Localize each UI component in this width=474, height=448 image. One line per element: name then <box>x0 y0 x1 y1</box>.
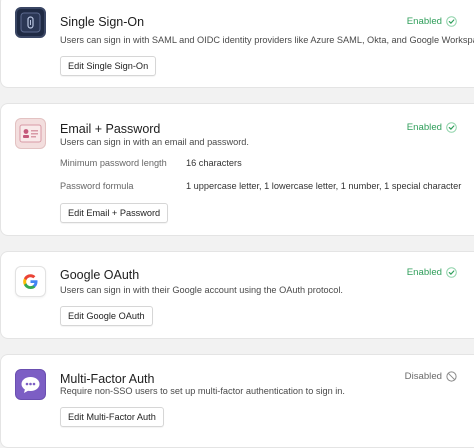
provider-description: Require non-SSO users to set up multi-fa… <box>60 386 345 396</box>
check-circle-icon <box>446 267 457 278</box>
provider-description: Users can sign in with SAML and OIDC ide… <box>60 35 474 45</box>
status-badge: Enabled <box>407 122 457 133</box>
google-logo-icon <box>15 266 46 297</box>
provider-card-email-password: Email + Password Enabled Users can sign … <box>0 103 474 236</box>
disabled-circle-icon <box>446 371 457 382</box>
status-label: Disabled <box>404 371 442 382</box>
status-label: Enabled <box>406 267 442 278</box>
provider-description: Users can sign in with an email and pass… <box>60 137 249 147</box>
provider-card-single-sign-on: Single Sign-On Enabled Users can sign in… <box>0 0 474 88</box>
edit-email-password-button[interactable]: Edit Email + Password <box>60 203 169 223</box>
edit-single-sign-on-button[interactable]: Edit Single Sign-On <box>60 56 157 76</box>
provider-title: Google OAuth <box>60 268 140 282</box>
chip-icon <box>15 7 46 38</box>
detail-value-password-formula: 1 uppercase letter, 1 lowercase letter, … <box>186 181 462 191</box>
provider-card-multi-factor-auth: Multi-Factor Auth Disabled Require non-S… <box>0 354 474 448</box>
provider-title: Single Sign-On <box>60 15 145 29</box>
id-card-icon <box>15 118 46 149</box>
provider-title: Email + Password <box>60 122 161 136</box>
status-badge: Disabled <box>405 371 457 382</box>
detail-value-min-length: 16 characters <box>186 158 242 168</box>
detail-label-password-formula: Password formula <box>60 181 134 191</box>
status-badge: Enabled <box>407 267 457 278</box>
detail-label-min-length: Minimum password length <box>60 158 167 168</box>
status-badge: Enabled <box>407 16 457 27</box>
status-label: Enabled <box>406 16 442 27</box>
status-label: Enabled <box>406 122 442 133</box>
provider-card-google-oauth: Google OAuth Enabled Users can sign in w… <box>0 251 474 339</box>
edit-multi-factor-auth-button[interactable]: Edit Multi-Factor Auth <box>60 407 164 427</box>
provider-title: Multi-Factor Auth <box>60 372 155 386</box>
check-circle-icon <box>446 122 457 133</box>
check-circle-icon <box>446 16 457 27</box>
chat-dots-icon <box>15 369 46 400</box>
provider-description: Users can sign in with their Google acco… <box>60 285 343 295</box>
edit-google-oauth-button[interactable]: Edit Google OAuth <box>60 306 153 326</box>
